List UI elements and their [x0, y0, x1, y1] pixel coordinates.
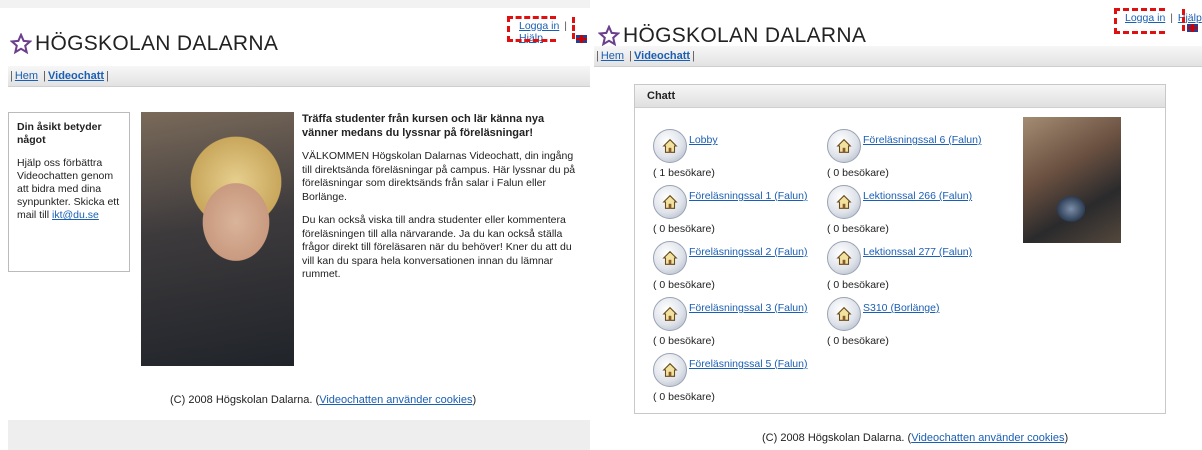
nav-sep-start: | [596, 50, 599, 62]
home-icon[interactable] [827, 297, 861, 331]
right-screenshot: HÖGSKOLAN DALARNA Logga in | Hjälp | Hem … [594, 0, 1202, 450]
room-link[interactable]: Lobby [689, 134, 718, 146]
star-logo-icon [598, 25, 620, 47]
room-link[interactable]: Lektionssal 266 (Falun) [863, 190, 972, 202]
highlight-box-edge [1176, 9, 1185, 31]
visitor-count: ( 0 besökare) [827, 335, 889, 347]
opinion-title: Din åsikt betyder något [17, 121, 102, 146]
chat-panel: Chatt Lobby ( 1 besökare) Föreläsningssa… [634, 84, 1166, 414]
nav-home[interactable]: Hem [601, 50, 624, 62]
welcome-section: Träffa studenter från kursen och lär kän… [302, 112, 582, 292]
email-link[interactable]: ikt@du.se [52, 209, 99, 221]
nav-videochat[interactable]: Videochatt [634, 50, 690, 62]
navbar: | Hem | Videochatt | [8, 66, 590, 87]
visitor-count: ( 0 besökare) [653, 391, 715, 403]
footer: (C) 2008 Högskolan Dalarna. (Videochatte… [762, 432, 1068, 444]
visitor-count: ( 1 besökare) [653, 167, 715, 179]
room-link[interactable]: S310 (Borlänge) [863, 302, 939, 314]
room-lsal-266[interactable]: Lektionssal 266 (Falun) ( 0 besökare) [827, 185, 997, 235]
left-screenshot: HÖGSKOLAN DALARNA Logga in | Hjälp | Hem … [0, 0, 590, 450]
home-icon[interactable] [653, 129, 687, 163]
copyright-text: (C) 2008 Högskolan Dalarna. ( [762, 432, 912, 444]
opinion-box: Din åsikt betyder något Hjälp oss förbät… [8, 112, 130, 272]
room-lobby[interactable]: Lobby ( 1 besökare) [653, 129, 823, 179]
room-fsal-1[interactable]: Föreläsningssal 1 (Falun) ( 0 besökare) [653, 185, 823, 235]
visitor-count: ( 0 besökare) [827, 223, 889, 235]
footer: (C) 2008 Högskolan Dalarna. (Videochatte… [170, 394, 476, 406]
navbar: | Hem | Videochatt | [594, 46, 1202, 67]
visitor-count: ( 0 besökare) [827, 279, 889, 291]
visitor-count: ( 0 besökare) [827, 167, 889, 179]
room-s310[interactable]: S310 (Borlänge) ( 0 besökare) [827, 297, 997, 347]
footer-bar [8, 420, 590, 450]
nav-sep-end: | [106, 70, 109, 82]
visitor-count: ( 0 besökare) [653, 335, 715, 347]
brand-name: HÖGSKOLAN DALARNA [35, 32, 279, 55]
nav-sep-end: | [692, 50, 695, 62]
welcome-heading: Träffa studenter från kursen och lär kän… [302, 113, 545, 139]
brand-name: HÖGSKOLAN DALARNA [623, 24, 867, 47]
star-logo-icon [10, 33, 32, 55]
highlight-box [507, 16, 556, 42]
nav-videochat[interactable]: Videochatt [48, 70, 104, 82]
home-icon[interactable] [653, 241, 687, 275]
nav-home[interactable]: Hem [15, 70, 38, 82]
copyright-close: ) [1064, 432, 1069, 444]
room-link[interactable]: Föreläsningssal 6 (Falun) [863, 134, 981, 146]
cookie-link[interactable]: Videochatten använder cookies [319, 394, 472, 406]
highlight-box [1114, 8, 1165, 34]
room-fsal-2[interactable]: Föreläsningssal 2 (Falun) ( 0 besökare) [653, 241, 823, 291]
copyright-close: ) [472, 394, 477, 406]
room-link[interactable]: Lektionssal 277 (Falun) [863, 246, 972, 258]
copyright-text: (C) 2008 Högskolan Dalarna. ( [170, 394, 320, 406]
room-fsal-6[interactable]: Föreläsningssal 6 (Falun) ( 0 besökare) [827, 129, 997, 179]
room-fsal-3[interactable]: Föreläsningssal 3 (Falun) ( 0 besökare) [653, 297, 823, 347]
top-sep: | [1170, 12, 1173, 24]
cookie-link[interactable]: Videochatten använder cookies [911, 432, 1064, 444]
welcome-para-1: VÄLKOMMEN Högskolan Dalarnas Videochatt,… [302, 150, 576, 203]
top-strip [0, 0, 590, 8]
home-icon[interactable] [653, 353, 687, 387]
home-icon[interactable] [827, 241, 861, 275]
chat-title: Chatt [635, 85, 1165, 108]
uk-flag-icon[interactable] [1187, 24, 1198, 32]
nav-sep: | [629, 50, 633, 62]
logo[interactable]: HÖGSKOLAN DALARNA [598, 24, 866, 48]
nav-sep: | [43, 70, 47, 82]
highlight-box-edge [566, 17, 575, 39]
nav-sep-start: | [10, 70, 13, 82]
home-icon[interactable] [653, 185, 687, 219]
room-link[interactable]: Föreläsningssal 1 (Falun) [689, 190, 807, 202]
room-lsal-277[interactable]: Lektionssal 277 (Falun) ( 0 besökare) [827, 241, 997, 291]
welcome-para-2: Du kan också viska till andra studenter … [302, 214, 572, 280]
visitor-count: ( 0 besökare) [653, 223, 715, 235]
home-icon[interactable] [827, 129, 861, 163]
room-fsal-5[interactable]: Föreläsningssal 5 (Falun) ( 0 besökare) [653, 353, 823, 403]
room-link[interactable]: Föreläsningssal 5 (Falun) [689, 358, 807, 370]
logo[interactable]: HÖGSKOLAN DALARNA [10, 32, 278, 56]
uk-flag-icon[interactable] [576, 35, 587, 43]
room-link[interactable]: Föreläsningssal 3 (Falun) [689, 302, 807, 314]
visitor-count: ( 0 besökare) [653, 279, 715, 291]
person-photo [141, 112, 294, 366]
room-link[interactable]: Föreläsningssal 2 (Falun) [689, 246, 807, 258]
home-icon[interactable] [827, 185, 861, 219]
home-icon[interactable] [653, 297, 687, 331]
camera-photo [1023, 117, 1121, 243]
